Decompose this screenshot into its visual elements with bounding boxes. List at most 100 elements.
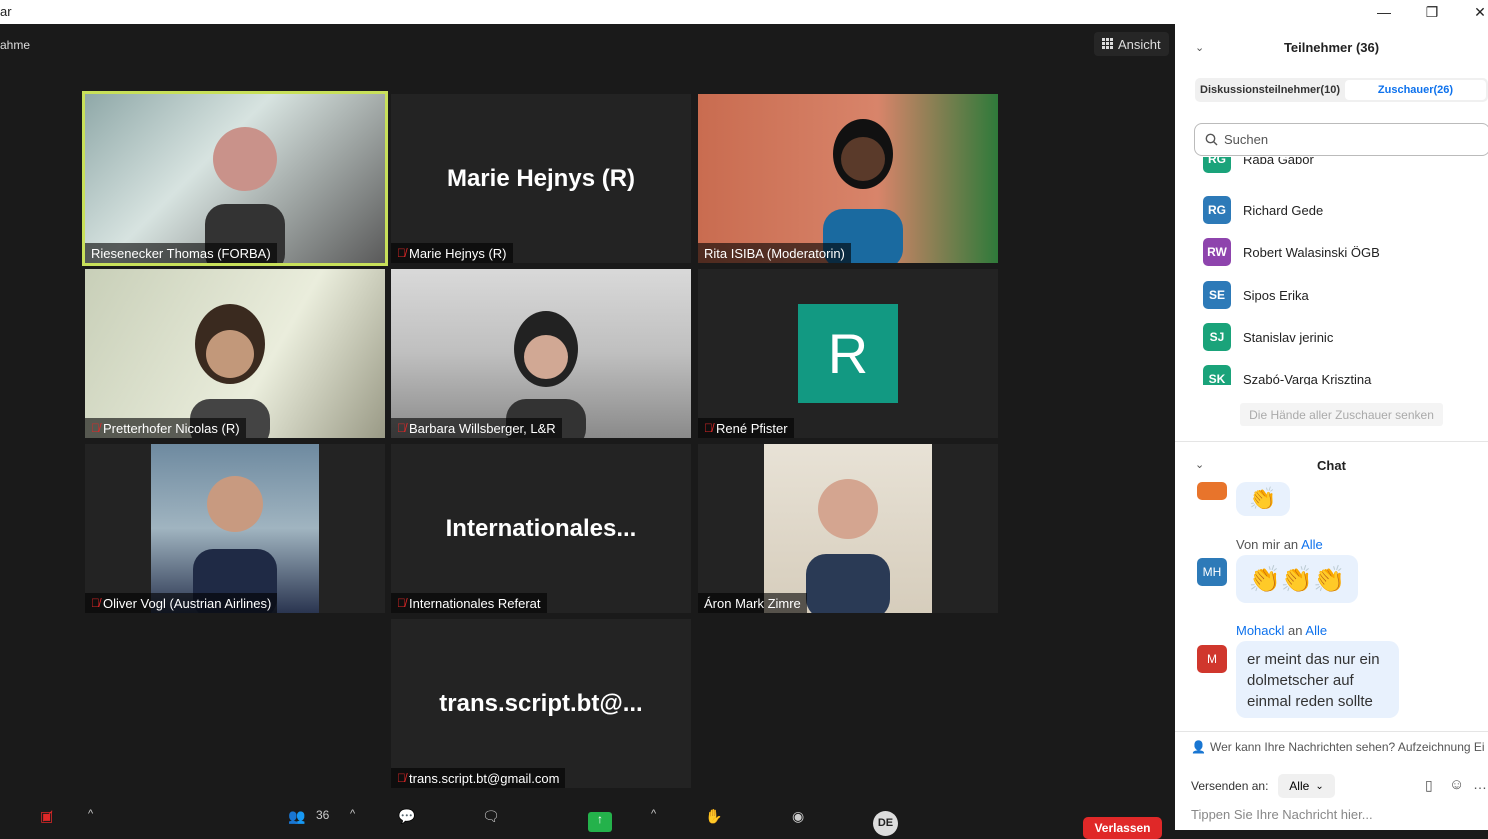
list-item[interactable]: SJ Stanislav jerinic [1203,323,1333,351]
raise-hand-icon[interactable]: ✋ [705,808,722,825]
privacy-note[interactable]: 👤 Wer kann Ihre Nachrichten sehen? Aufze… [1191,740,1485,754]
maximize-button[interactable]: ❐ [1408,0,1456,24]
chat-icon[interactable]: 🗨 [482,808,500,825]
mic-muted-icon: 🎙̸ [397,246,406,260]
view-button[interactable]: Ansicht [1094,32,1169,56]
tile-display-name: Internationales... [445,514,637,542]
message-sender: Von mir an Alle [1236,537,1323,552]
tile-name: Riesenecker Thomas (FORBA) [91,245,271,261]
chat-bubble: 👏 [1236,482,1290,516]
search-input[interactable]: Suchen [1194,123,1488,156]
video-tile[interactable]: Marie Hejnys (R) 🎙̸ Marie Hejnys (R) [391,94,691,263]
side-panel: ⌄ Teilnehmer (36) Diskussionsteilnehmer(… [1175,24,1488,830]
tile-name-label: 🎙̸ Internationales Referat [391,593,547,613]
recipient-link[interactable]: Alle [1301,537,1323,552]
participant-name: Richard Gede [1243,202,1324,218]
video-tile[interactable]: Rita ISIBA (Moderatorin) [698,94,998,263]
privacy-text: Wer kann Ihre Nachrichten sehen? Aufzeic… [1209,740,1485,754]
avatar: M [1197,645,1227,673]
file-icon[interactable]: ▯ [1425,777,1433,794]
search-placeholder: Suchen [1224,132,1269,147]
tile-name-label: 🎙̸ trans.script.bt@gmail.com [391,768,566,788]
tile-name: trans.script.bt@gmail.com [409,770,560,786]
chevron-down-icon: ⌄ [1315,780,1324,792]
chevron-up-icon[interactable]: ^ [651,808,656,820]
list-item[interactable]: SK Szabó-Varga Krisztina [1203,365,1371,385]
tile-name-label: 🎙̸ Barbara Willsberger, L&R [391,418,562,438]
recipient-link[interactable]: Alle [1305,623,1327,638]
tile-name: Áron Mark Zimre [704,595,801,611]
list-item[interactable]: SE Sipos Erika [1203,281,1309,309]
recipient-value: Alle [1289,779,1310,793]
list-item[interactable]: RG Richard Gede [1203,196,1323,224]
sender-name: Von mir [1236,537,1281,552]
participant-name: Stanislav jerinic [1243,329,1334,345]
mic-muted-icon: 🎙̸ [91,596,100,610]
chevron-up-icon[interactable]: ^ [88,808,93,820]
tile-display-name: trans.script.bt@... [439,689,643,717]
list-item[interactable]: RW Robert Walasinski ÖGB [1203,238,1380,266]
title-bar: ar — ❐ ✕ [0,0,1488,24]
avatar: R [798,304,898,403]
participant-name: Robert Walasinski ÖGB [1243,244,1380,260]
minimize-button[interactable]: — [1360,0,1408,24]
tile-name-label: 🎙̸ Oliver Vogl (Austrian Airlines) [85,593,278,613]
video-off-icon[interactable]: ▣̸ [40,808,53,825]
more-icon[interactable]: … [1473,776,1487,792]
tile-name: Oliver Vogl (Austrian Airlines) [103,595,272,611]
meeting-subtitle: ahme [0,38,31,52]
search-icon [1205,133,1218,146]
tab-attendees[interactable]: Zuschauer(26) [1345,80,1486,100]
user-icon: 👤 [1191,740,1206,754]
video-tile[interactable]: R 🎙̸ René Pfister [698,269,998,438]
qa-icon[interactable]: 💬 [398,808,415,825]
mic-muted-icon: 🎙̸ [397,421,406,435]
video-tile[interactable]: 🎙̸ Pretterhofer Nicolas (R) [85,269,385,438]
divider [1175,441,1488,442]
participant-silhouette-icon [806,479,890,613]
mic-muted-icon: 🎙̸ [397,771,406,785]
chat-input[interactable]: Tippen Sie Ihre Nachricht hier... [1191,807,1373,822]
recipient-prep: an [1288,623,1303,638]
close-button[interactable]: ✕ [1456,0,1488,24]
tile-name-label: 🎙̸ Pretterhofer Nicolas (R) [85,418,246,438]
list-item[interactable]: RG Rába Gábor [1203,157,1314,173]
lower-all-hands-button[interactable]: Die Hände aller Zuschauer senken [1240,403,1443,426]
language-button[interactable]: DE [873,811,898,836]
tab-panelists[interactable]: Diskussionsteilnehmer(10) [1195,80,1345,100]
tile-name: Marie Hejnys (R) [409,245,507,261]
sender-name[interactable]: Mohackl [1236,623,1284,638]
divider [1175,731,1488,732]
recipient-select[interactable]: Alle ⌄ [1278,774,1335,798]
participants-count: 36 [316,808,330,822]
tile-name: Barbara Willsberger, L&R [409,420,556,436]
recipient-prep: an [1283,537,1299,552]
participants-icon[interactable]: 👥 [288,808,305,825]
video-tile[interactable]: 🎙̸ Oliver Vogl (Austrian Airlines) [85,444,385,613]
tile-name-label: Rita ISIBA (Moderatorin) [698,243,851,263]
avatar: RG [1203,157,1231,173]
video-gallery: ahme Ansicht Riesenecker Thomas (FORBA) … [0,24,1174,830]
video-tile[interactable]: trans.script.bt@... 🎙̸ trans.script.bt@gm… [391,619,691,788]
emoji-icon[interactable]: ☺ [1449,776,1464,793]
video-tile[interactable]: Internationales... 🎙̸ Internationales Ref… [391,444,691,613]
share-screen-icon[interactable]: ↑ [588,812,612,832]
video-tile[interactable]: 🎙̸ Barbara Willsberger, L&R [391,269,691,438]
chat-bubble: 👏👏👏 [1236,555,1358,603]
chevron-up-icon[interactable]: ^ [350,808,355,820]
participant-silhouette-icon [823,119,903,263]
video-tile[interactable]: Áron Mark Zimre [698,444,998,613]
tile-name-label: Riesenecker Thomas (FORBA) [85,243,277,263]
participants-title: Teilnehmer (36) [1283,40,1380,55]
mic-muted-icon: 🎙̸ [704,421,713,435]
avatar: SE [1203,281,1231,309]
tile-display-name: Marie Hejnys (R) [446,164,636,192]
record-icon[interactable]: ◉ [792,808,804,825]
video-tile[interactable]: Riesenecker Thomas (FORBA) [82,91,388,266]
avatar: MH [1197,558,1227,586]
mic-muted-icon: 🎙̸ [397,596,406,610]
chat-bubble: er meint das nur ein dolmetscher auf ein… [1236,641,1399,718]
participant-list: RG Rába Gábor RG Richard Gede RW Robert … [1175,157,1488,385]
leave-button[interactable]: Verlassen [1083,817,1162,839]
tile-name: René Pfister [716,420,788,436]
